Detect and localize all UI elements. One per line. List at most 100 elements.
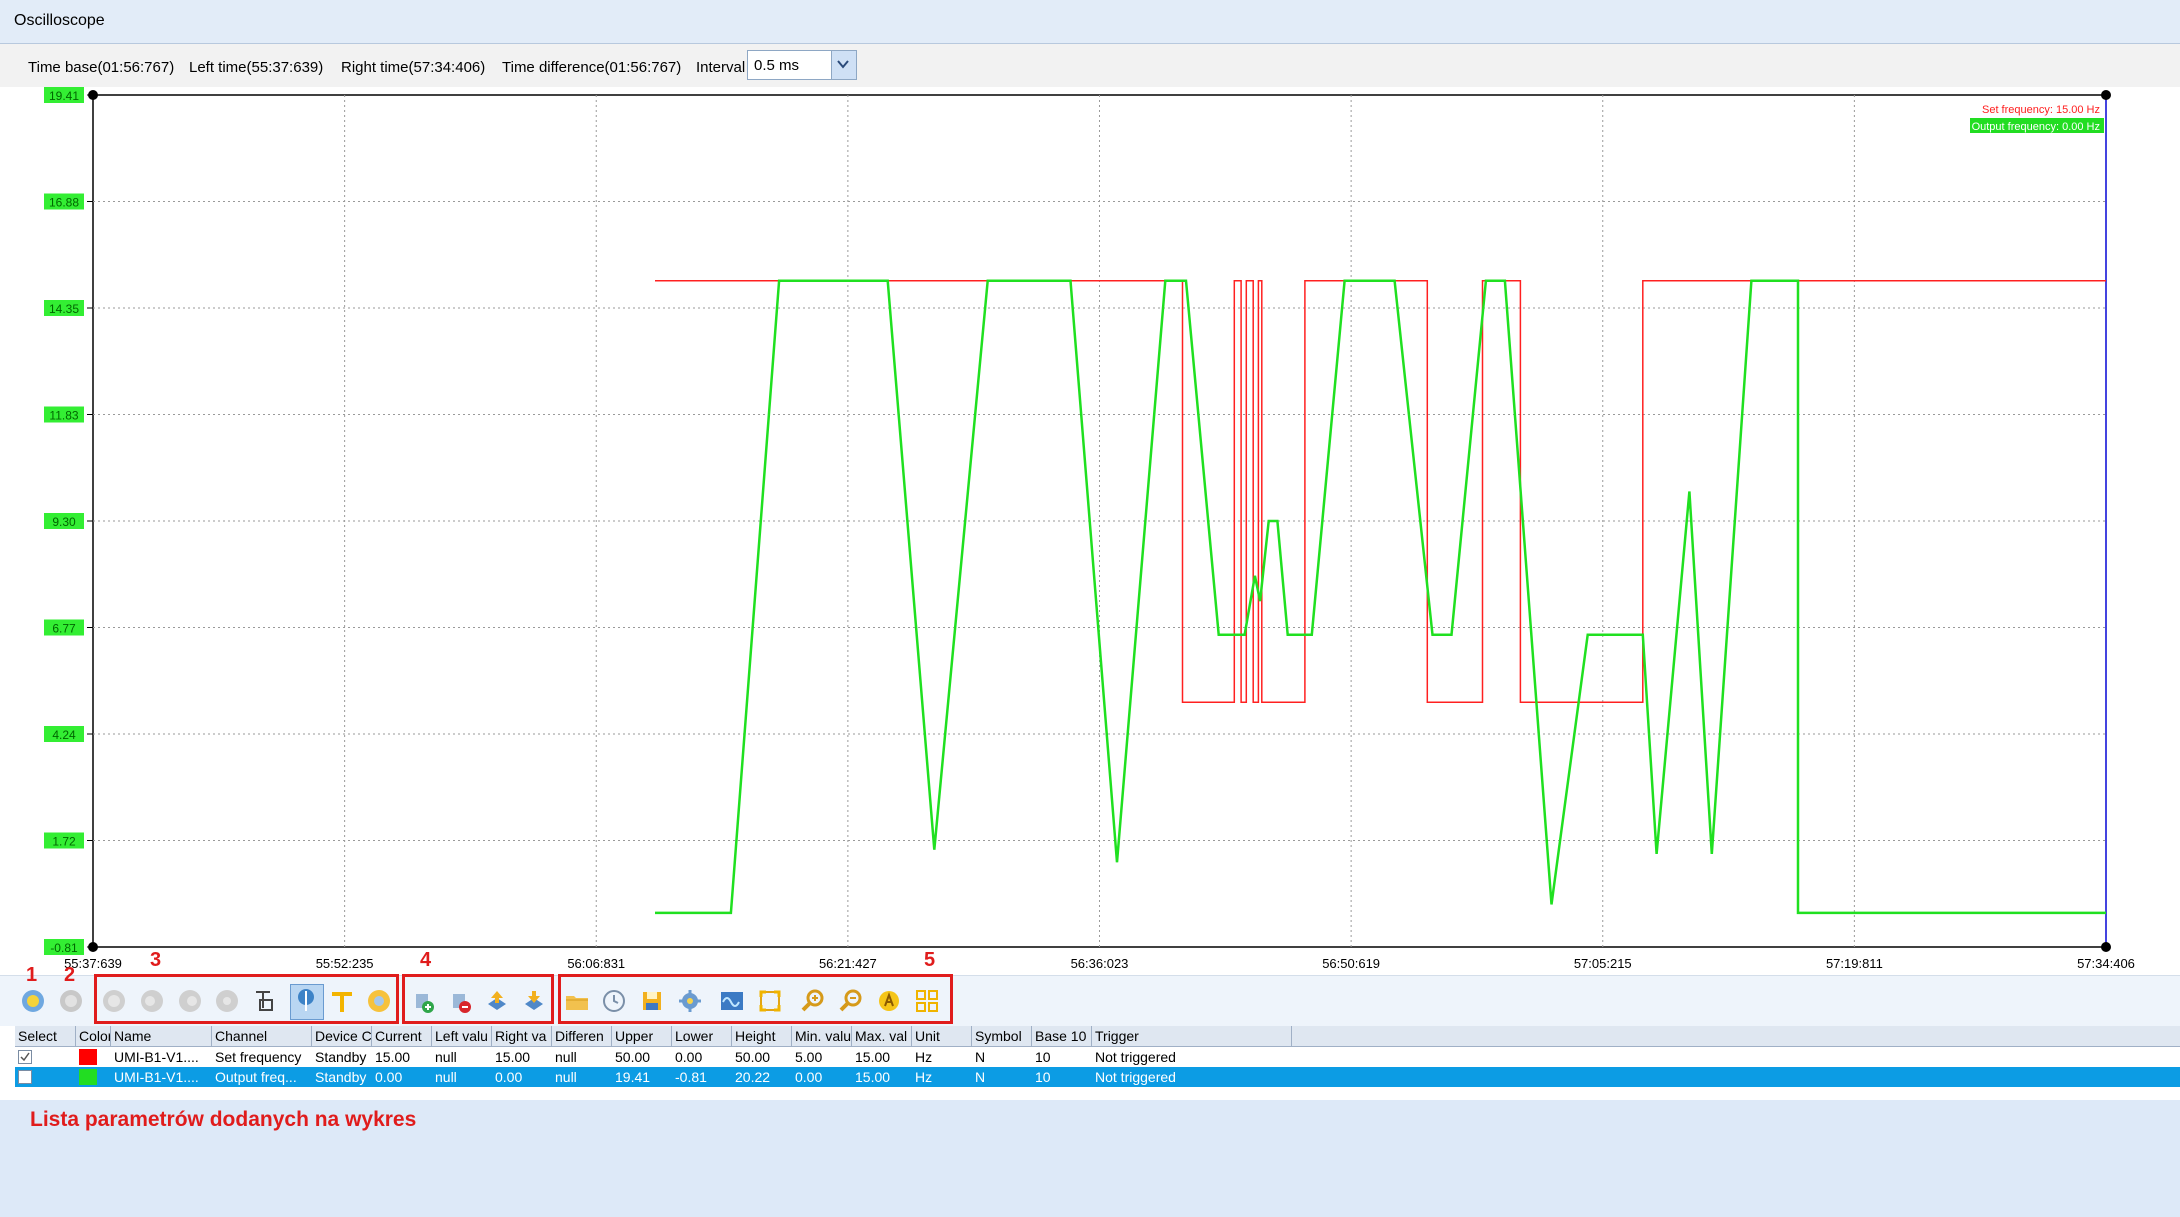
annotation-number-5: 5 [924,949,936,971]
cell-lower: 0.00 [675,1049,703,1065]
cell-diff: null [555,1049,577,1065]
hand-pointer-icon[interactable] [252,988,278,1014]
open-folder-icon[interactable] [564,988,590,1014]
column-header[interactable]: Channel [212,1026,312,1046]
table-body: UMI-B1-V1.... Set frequency Standby 15.00 nu… [15,1047,2180,1087]
y-tick-label: 16.88 [49,196,79,210]
corner-handle [2101,942,2111,952]
column-header[interactable]: Min. valu [792,1026,852,1046]
waveform-icon[interactable] [719,988,745,1014]
channel-2-icon[interactable] [139,988,165,1014]
column-header[interactable]: Differen [552,1026,612,1046]
chevron-down-icon[interactable] [831,51,856,79]
column-header[interactable]: Upper [612,1026,672,1046]
cell-trigger: Not triggered [1095,1069,1176,1085]
cell-height: 20.22 [735,1069,771,1085]
channel-4-icon[interactable] [214,988,240,1014]
cell-base: 10 [1035,1049,1051,1065]
window-title: Oscilloscope [14,12,105,29]
settings-icon[interactable] [677,988,703,1014]
cell-right: 0.00 [495,1069,523,1085]
cell-channel: Output freq... [215,1069,297,1085]
y-tick-label: 11.83 [49,409,78,423]
cell-unit: Hz [915,1069,933,1085]
column-header[interactable]: Device C [312,1026,372,1046]
cell-height: 50.00 [735,1049,771,1065]
cell-diff: null [555,1069,577,1085]
cell-left: null [435,1069,457,1085]
cell-trigger: Not triggered [1095,1049,1176,1065]
upload-icon[interactable] [484,988,510,1014]
cell-symbol: N [975,1049,986,1065]
column-header[interactable]: Color [76,1026,111,1046]
column-header[interactable]: Symbol [972,1026,1032,1046]
corner-handle [88,942,98,952]
channel-1-icon[interactable] [101,988,127,1014]
y-tick-label: 19.41 [49,89,79,103]
annotation-number-4: 4 [420,949,432,971]
table-row[interactable]: UMI-B1-V1.... Set frequency Standby 15.00 nu… [15,1047,2180,1067]
select-checkbox[interactable] [15,1067,76,1087]
column-header[interactable]: Unit [912,1026,972,1046]
text-tool-icon[interactable] [329,988,355,1014]
table-header: Select Color Name Channel Device C Current Lef… [15,1026,2180,1047]
cell-device: Standby [315,1069,367,1085]
auto-scale-icon[interactable] [876,988,902,1014]
x-tick-label: 56:36:023 [1071,956,1129,971]
y-tick-label: 1.72 [52,835,76,849]
column-header[interactable]: Base 10 [1032,1026,1092,1046]
remove-channel-icon[interactable] [447,988,473,1014]
color-swatch[interactable] [76,1047,111,1067]
cell-name: UMI-B1-V1.... [114,1049,199,1065]
zoom-in-icon[interactable] [800,988,826,1014]
cell-max: 15.00 [855,1049,891,1065]
select-checkbox[interactable] [15,1047,76,1067]
y-tick-label: 14.35 [49,302,79,316]
add-channel-icon[interactable] [410,988,436,1014]
annotation-number-1: 1 [26,964,38,986]
cell-name: UMI-B1-V1.... [114,1069,199,1085]
column-header[interactable]: Current [372,1026,432,1046]
interval-select[interactable]: 0.5 ms [747,50,857,80]
cell-upper: 50.00 [615,1049,651,1065]
cell-upper: 19.41 [615,1069,651,1085]
save-icon[interactable] [639,988,665,1014]
history-icon[interactable] [601,988,627,1014]
x-tick-label: 57:34:406 [2077,956,2135,971]
fit-screen-icon[interactable] [757,988,783,1014]
x-tick-label: 56:21:427 [819,956,877,971]
column-header[interactable]: Left valu [432,1026,492,1046]
x-tick-label: 56:06:831 [567,956,625,971]
left-time-label: Left time(55:37:639) [189,59,324,76]
x-tick-label: 57:05:215 [1574,956,1632,971]
y-tick-label: 9.30 [52,515,76,529]
color-swatch[interactable] [76,1067,111,1087]
x-tick-label: 56:50:619 [1322,956,1380,971]
download-icon[interactable] [521,988,547,1014]
chart-area: 19.41 16.88 14.35 11.83 9.30 6.77 4.24 1.72 -0.8… [0,87,2180,975]
cell-max: 15.00 [855,1069,891,1085]
time-difference-label: Time difference(01:56:767) [502,59,682,76]
zoom-out-icon[interactable] [838,988,864,1014]
play-icon[interactable] [20,988,46,1014]
cell-current: 15.00 [375,1049,411,1065]
column-header[interactable]: Name [111,1026,212,1046]
grid-layout-icon[interactable] [914,988,940,1014]
cell-min: 0.00 [795,1069,823,1085]
cell-channel: Set frequency [215,1049,302,1065]
column-header[interactable]: Max. val [852,1026,912,1046]
cell-right: 15.00 [495,1049,531,1065]
marker-icon[interactable] [366,988,392,1014]
column-header[interactable]: Trigger [1092,1026,1292,1046]
table-row[interactable]: UMI-B1-V1.... Output freq... Standby 0.00 nu… [15,1067,2180,1087]
column-header[interactable]: Select [15,1026,76,1046]
annotation-number-2: 2 [64,964,76,986]
oscilloscope-chart[interactable]: 19.41 16.88 14.35 11.83 9.30 6.77 4.24 1.72 -0.8… [0,87,2180,975]
column-header[interactable]: Height [732,1026,792,1046]
cursor-select-icon[interactable] [290,984,324,1020]
column-header[interactable]: Lower [672,1026,732,1046]
column-header[interactable]: Right va [492,1026,552,1046]
y-tick-label: -0.81 [50,941,78,955]
stop-icon[interactable] [58,988,84,1014]
channel-3-icon[interactable] [177,988,203,1014]
